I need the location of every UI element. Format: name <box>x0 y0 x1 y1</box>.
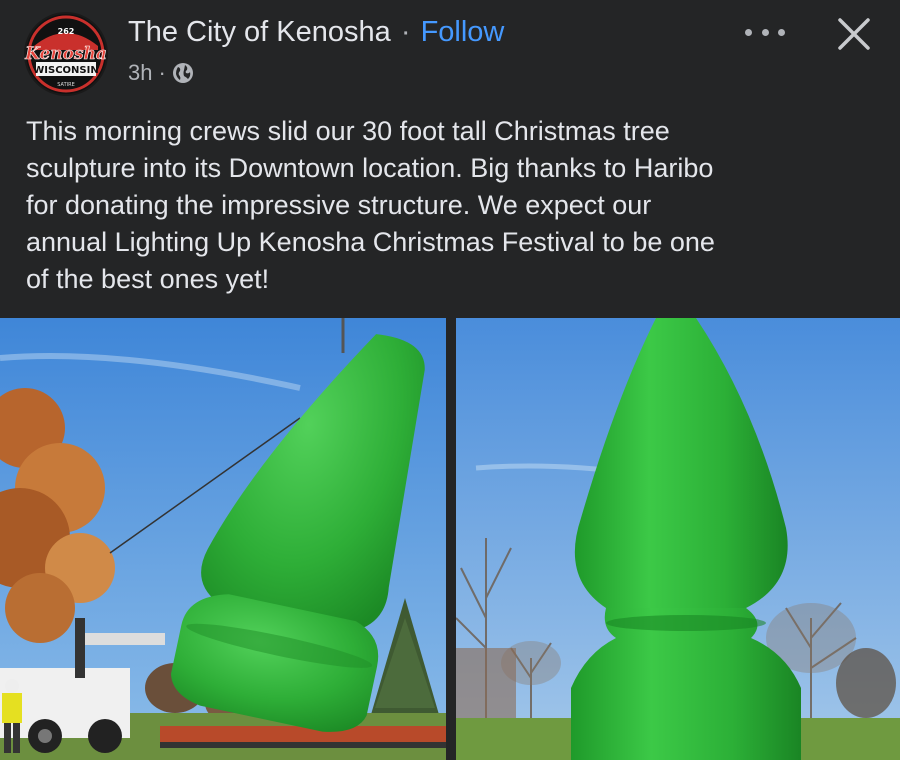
timestamp[interactable]: 3h <box>128 60 152 86</box>
svg-text:262: 262 <box>58 27 75 36</box>
globe-icon <box>172 62 194 84</box>
svg-text:SATIRE: SATIRE <box>57 82 74 88</box>
close-icon[interactable] <box>834 14 874 54</box>
svg-text:WISCONSIN: WISCONSIN <box>33 65 98 76</box>
post-meta: 3h · <box>128 60 194 86</box>
avatar[interactable]: 262 Kenosha WISCONSIN SATIRE <box>24 12 108 96</box>
photo-left[interactable] <box>0 318 446 760</box>
post-text: This morning crews slid our 30 foot tall… <box>26 116 715 294</box>
separator-dot: · <box>400 16 411 48</box>
photo-divider <box>446 318 456 760</box>
page-title: The City of Kenosha · Follow <box>128 16 504 49</box>
page-name-link[interactable]: The City of Kenosha <box>128 16 391 48</box>
photo-right[interactable] <box>456 318 900 760</box>
post-photos <box>0 318 900 760</box>
post-header: 262 Kenosha WISCONSIN SATIRE The City of… <box>0 0 900 100</box>
kenosha-logo: 262 Kenosha WISCONSIN SATIRE <box>24 14 107 94</box>
svg-text:Kenosha: Kenosha <box>24 44 107 64</box>
follow-button[interactable]: Follow <box>421 16 505 48</box>
more-horizontal-icon[interactable] <box>745 20 785 44</box>
meta-separator: · <box>158 60 166 85</box>
